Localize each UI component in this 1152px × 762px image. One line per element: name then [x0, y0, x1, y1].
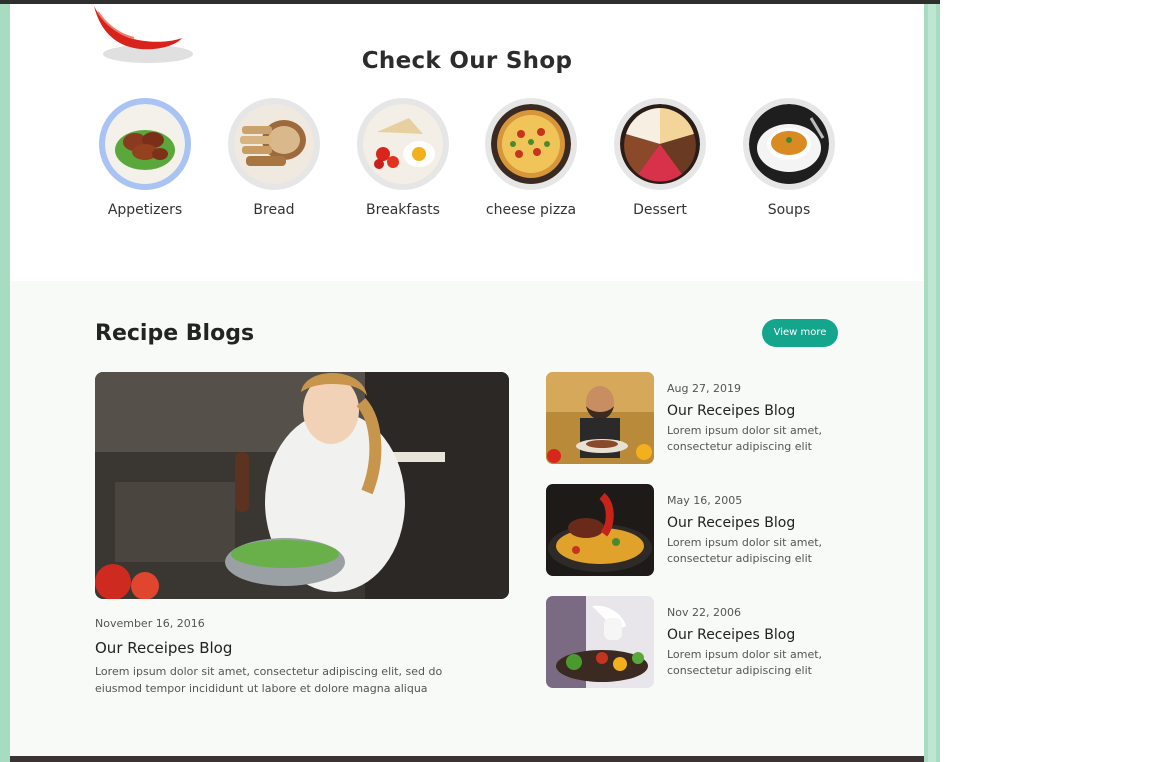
category-ring: [357, 98, 449, 190]
blogs-title: Recipe Blogs: [95, 321, 255, 346]
blog-thumbnail: [546, 596, 654, 688]
footer-image-strip: [10, 756, 924, 762]
category-label: Soups: [767, 202, 811, 218]
category-ring: [743, 98, 835, 190]
blog-post-title[interactable]: Our Receipes Blog: [667, 627, 795, 643]
featured-blog-image[interactable]: [95, 372, 509, 599]
blog-post-excerpt: Lorem ipsum dolor sit amet, consectetur …: [667, 648, 823, 677]
category-label: Bread: [253, 202, 295, 218]
featured-blog-date: November 16, 2016: [95, 617, 205, 630]
category-ring: [485, 98, 577, 190]
category-ring: [614, 98, 706, 190]
blog-post-title[interactable]: Our Receipes Blog: [667, 403, 795, 419]
category-soups[interactable]: Soups: [734, 98, 844, 218]
blog-post-excerpt: Lorem ipsum dolor sit amet, consectetur …: [667, 536, 823, 565]
view-more-button[interactable]: View more: [762, 319, 838, 347]
category-label: Appetizers: [107, 202, 183, 218]
blog-thumbnail: [546, 372, 654, 464]
pizza-icon: [491, 104, 571, 184]
soup-bowl-icon: [749, 104, 829, 184]
category-bread[interactable]: Bread: [219, 98, 329, 218]
category-appetizers[interactable]: Appetizers: [90, 98, 200, 218]
blog-thumbnail: [546, 484, 654, 576]
cake-icon: [620, 104, 700, 184]
blog-post-item[interactable]: May 16, 2005 Our Receipes Blog Lorem ips…: [546, 484, 846, 576]
bread-icon: [234, 104, 314, 184]
category-breakfasts[interactable]: Breakfasts: [348, 98, 458, 218]
blog-post-date: Nov 22, 2006: [667, 606, 741, 619]
breakfast-plate-icon: [363, 104, 443, 184]
page: Check Our Shop Appetizers Bread Breakfas…: [10, 4, 924, 762]
blog-post-item[interactable]: Aug 27, 2019 Our Receipes Blog Lorem ips…: [546, 372, 846, 464]
featured-blog-title[interactable]: Our Receipes Blog: [95, 639, 232, 657]
appetizers-plate-icon: [105, 104, 185, 184]
recipe-blogs-section: Recipe Blogs View more November 16, 2016…: [10, 281, 924, 762]
blog-post-date: May 16, 2005: [667, 494, 743, 507]
category-ring: [228, 98, 320, 190]
category-label: Dessert: [633, 202, 687, 218]
blog-post-excerpt: Lorem ipsum dolor sit amet, consectetur …: [667, 424, 823, 453]
blog-post-title[interactable]: Our Receipes Blog: [667, 515, 795, 531]
shop-title: Check Our Shop: [361, 48, 573, 74]
blog-post-item[interactable]: Nov 22, 2006 Our Receipes Blog Lorem ips…: [546, 596, 846, 688]
frame-left: [0, 4, 10, 762]
category-label: cheese pizza: [485, 202, 577, 218]
category-ring: [99, 98, 191, 190]
frame-right: [924, 4, 940, 762]
category-dessert[interactable]: Dessert: [605, 98, 715, 218]
blog-post-date: Aug 27, 2019: [667, 382, 741, 395]
category-cheese-pizza[interactable]: cheese pizza: [476, 98, 586, 218]
category-label: Breakfasts: [366, 202, 440, 218]
featured-blog-excerpt: Lorem ipsum dolor sit amet, consectetur …: [95, 665, 443, 695]
